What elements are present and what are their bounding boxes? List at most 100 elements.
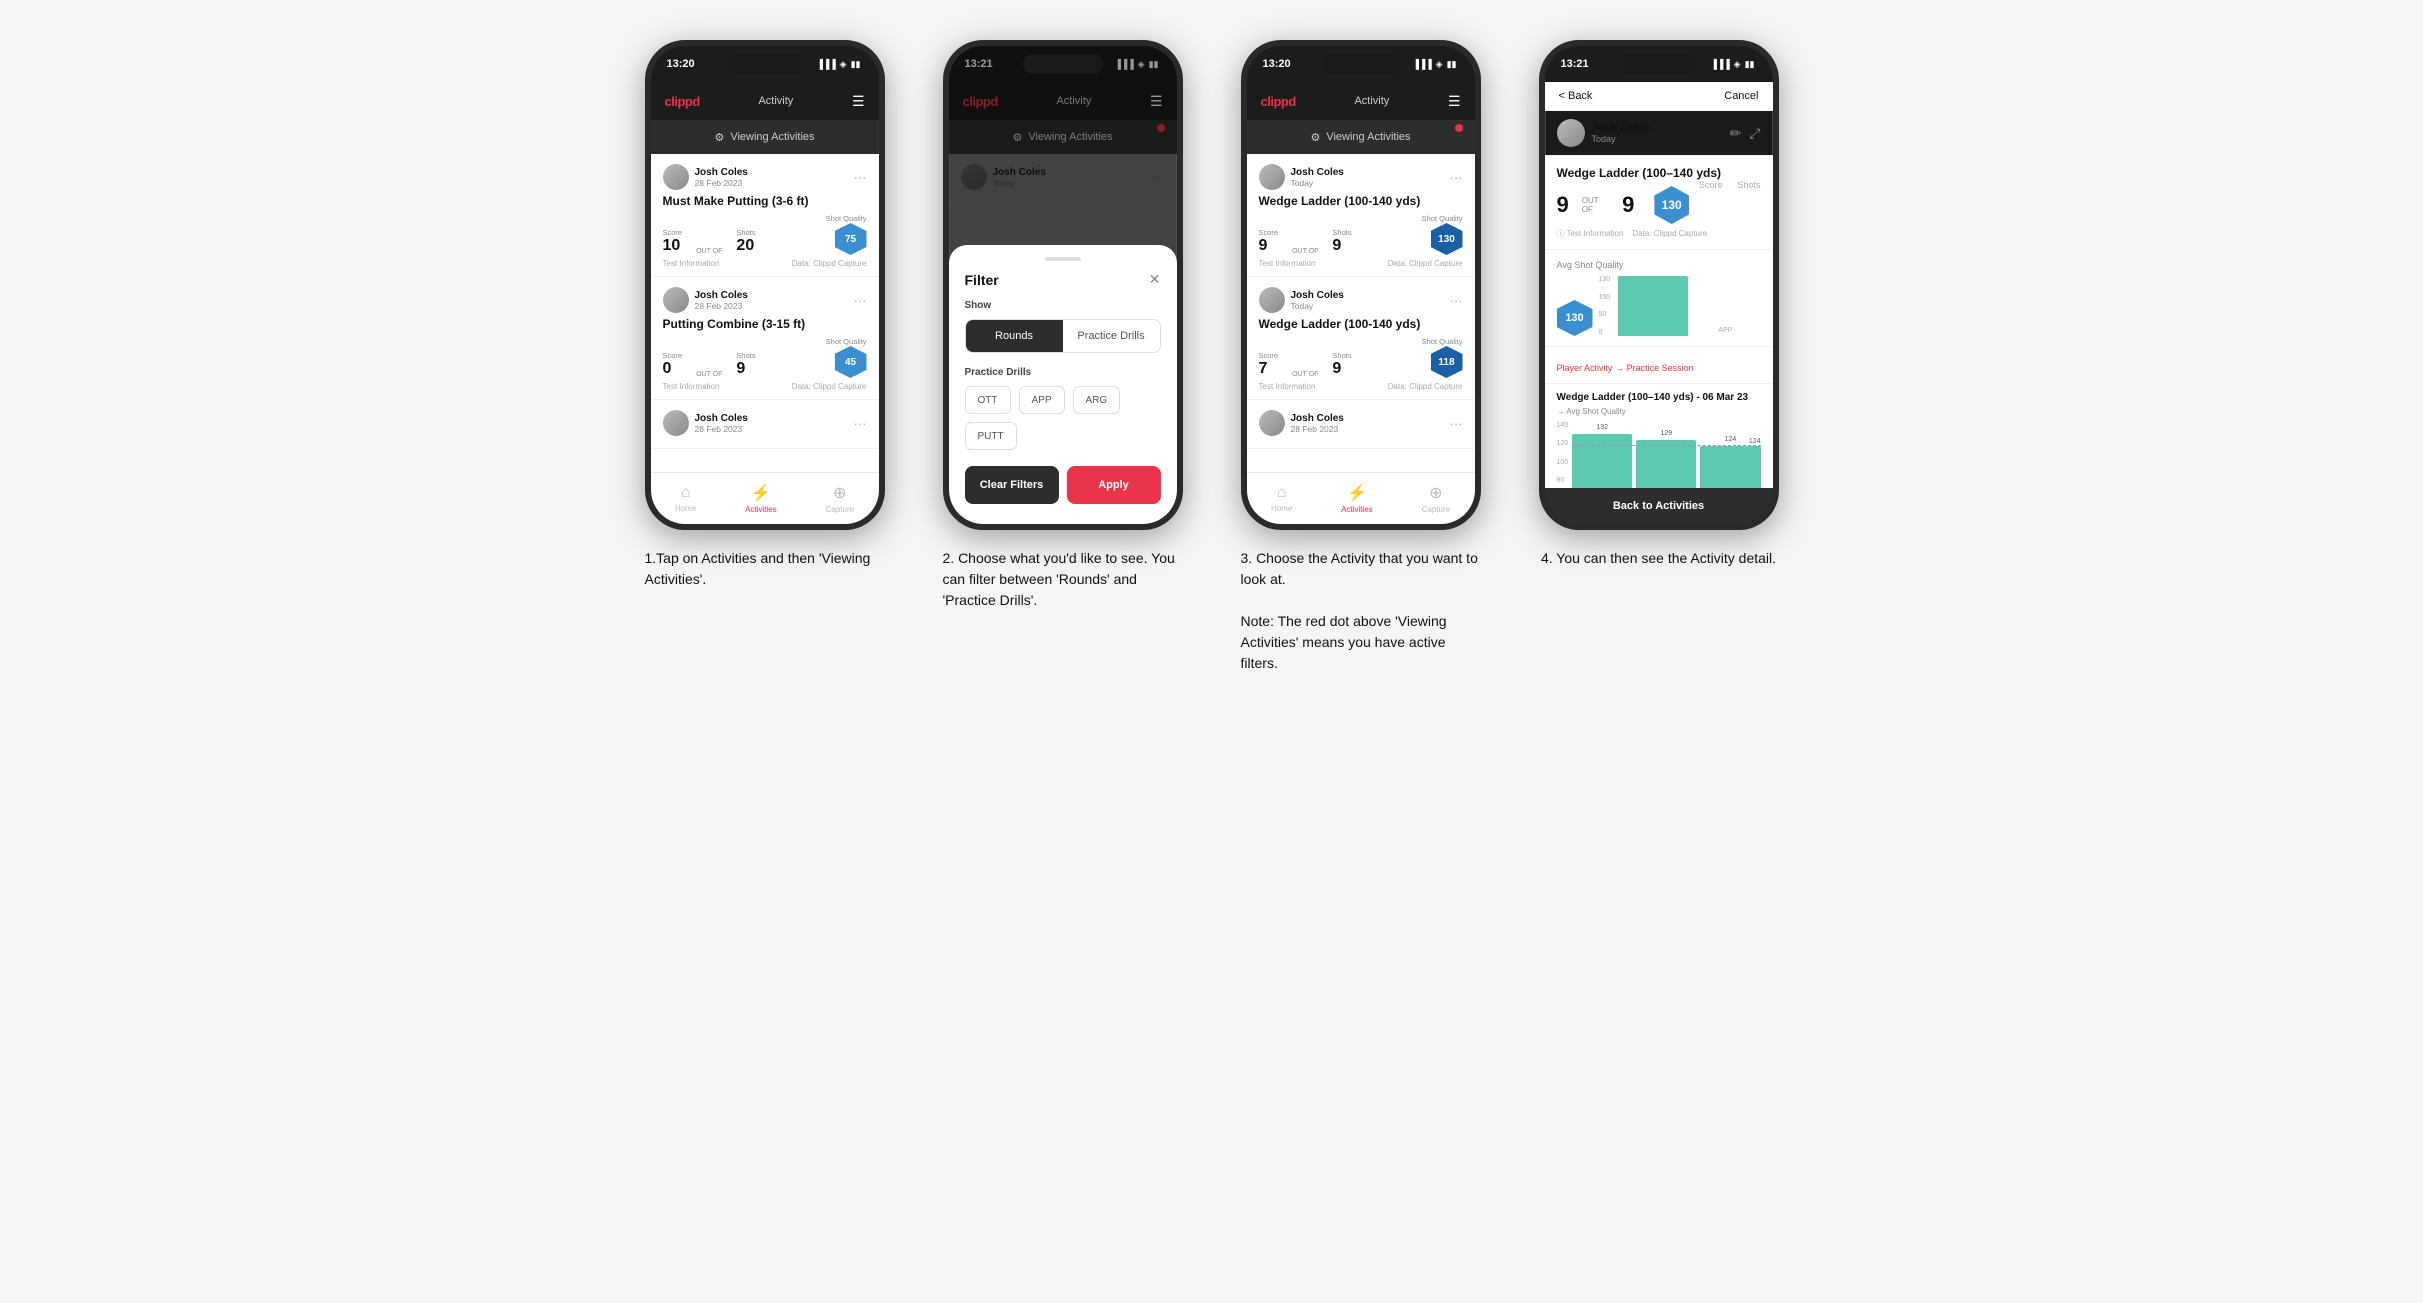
filter-toggle-row: Rounds Practice Drills [965, 319, 1161, 353]
sq-label-3-1: Shot Quality [1422, 214, 1463, 223]
info-right-3-2: Data: Clippd Capture [1388, 382, 1463, 391]
dots-3-1[interactable]: ··· [1450, 170, 1463, 185]
shot-quality-hex-1-2: 45 [835, 346, 867, 378]
card-title-1-1: Must Make Putting (3-6 ft) [663, 194, 867, 208]
signal-icon-3: ▐▐▐ [1413, 59, 1432, 69]
dots-3-2[interactable]: ··· [1450, 293, 1463, 308]
detail-quality-hex: 130 [1654, 186, 1689, 224]
red-dot-3 [1455, 124, 1463, 132]
chart-x-label: APP [1718, 327, 1732, 334]
detail-chart-hex: 130 [1557, 300, 1593, 336]
card-stats-1-1: Score 10 out of Shots 20 Shot Quality [663, 214, 867, 255]
dots-1-3[interactable]: ··· [854, 416, 867, 431]
edit-icon[interactable]: ✏ [1730, 125, 1742, 142]
detail-sub-title: Wedge Ladder (100–140 yds) - 06 Mar 23 [1557, 392, 1761, 403]
shot-quality-hex-3-1: 130 [1431, 223, 1463, 255]
activities-icon-1: ⚡ [751, 483, 771, 503]
nav-activities-3[interactable]: ⚡ Activities [1341, 483, 1373, 514]
expand-icon[interactable]: ⤢ [1749, 125, 1760, 142]
full-bar-1 [1572, 434, 1632, 488]
username-3-3: Josh Coles [1291, 413, 1450, 424]
detail-score-main: 9 [1557, 192, 1569, 218]
out-of-1-1: out of [696, 248, 722, 255]
chip-ott[interactable]: OTT [965, 386, 1011, 414]
rounds-toggle-btn[interactable]: Rounds [966, 320, 1063, 352]
hamburger-icon-1[interactable]: ☰ [852, 93, 865, 110]
home-icon-1: ⌂ [681, 484, 691, 502]
score-val-1-1: 10 [663, 237, 683, 255]
activity-card-3-1[interactable]: Josh Coles Today ··· Wedge Ladder (100-1… [1247, 154, 1475, 277]
back-button[interactable]: < Back [1559, 90, 1593, 102]
viewing-banner-3[interactable]: ⚙ Viewing Activities [1247, 120, 1475, 154]
home-icon-3: ⌂ [1277, 484, 1287, 502]
home-label-3: Home [1271, 504, 1292, 513]
nav-capture-1[interactable]: ⊕ Capture [826, 483, 854, 514]
circle-info-icon: ⓘ [1557, 229, 1565, 238]
score-val-1-2: 0 [663, 360, 683, 378]
status-icons-3: ▐▐▐ ◈ ▮▮ [1413, 59, 1457, 70]
dots-1-1[interactable]: ··· [854, 170, 867, 185]
app-logo-1: clippd [665, 94, 700, 109]
dashed-line [1572, 445, 1760, 446]
score-val-3-1: 9 [1259, 237, 1279, 255]
filter-close-icon[interactable]: ✕ [1149, 271, 1161, 288]
date-1-3: 28 Feb 2023 [695, 424, 854, 434]
avatar-1-1 [663, 164, 689, 190]
shots-val-3-2: 9 [1332, 360, 1351, 378]
dots-3-3[interactable]: ··· [1450, 416, 1463, 431]
phone-3: 13:20 ▐▐▐ ◈ ▮▮ clippd Activity ☰ ⚙ Viewi… [1241, 40, 1481, 530]
chip-app[interactable]: APP [1019, 386, 1065, 414]
bar-1 [1618, 276, 1688, 336]
info-left-3-2: Test Information [1259, 382, 1316, 391]
avatar-3-2 [1259, 287, 1285, 313]
practice-drills-toggle-btn[interactable]: Practice Drills [1063, 320, 1160, 352]
shots-val-1-2: 9 [736, 360, 755, 378]
card-header-1-2: Josh Coles 28 Feb 2023 ··· [663, 287, 867, 313]
card-title-3-2: Wedge Ladder (100-140 yds) [1259, 317, 1463, 331]
user-info-1-3: Josh Coles 28 Feb 2023 [695, 413, 854, 434]
date-3-3: 28 Feb 2023 [1291, 424, 1450, 434]
shot-quality-hex-1-1: 75 [835, 223, 867, 255]
caption-1: 1.Tap on Activities and then 'Viewing Ac… [645, 548, 885, 590]
dots-1-2[interactable]: ··· [854, 293, 867, 308]
chip-arg[interactable]: ARG [1073, 386, 1121, 414]
clear-filters-button[interactable]: Clear Filters [965, 466, 1059, 504]
battery-icon: ▮▮ [851, 59, 861, 70]
nav-capture-3[interactable]: ⊕ Capture [1422, 483, 1450, 514]
chip-putt[interactable]: PUTT [965, 422, 1017, 450]
card-header-3-2: Josh Coles Today ··· [1259, 287, 1463, 313]
shots-label-3-2: Shots [1332, 351, 1351, 360]
nav-home-1[interactable]: ⌂ Home [675, 484, 696, 513]
viewing-banner-1[interactable]: ⚙ Viewing Activities [651, 120, 879, 154]
cancel-button[interactable]: Cancel [1724, 90, 1758, 102]
sq-label-1-1: Shot Quality [826, 214, 867, 223]
activity-card-1-2[interactable]: Josh Coles 28 Feb 2023 ··· Putting Combi… [651, 277, 879, 400]
avatar-1-3 [663, 410, 689, 436]
activity-card-3-3[interactable]: Josh Coles 28 Feb 2023 ··· [1247, 400, 1475, 449]
activity-card-1-1[interactable]: Josh Coles 28 Feb 2023 ··· Must Make Put… [651, 154, 879, 277]
hamburger-icon-3[interactable]: ☰ [1448, 93, 1461, 110]
card-stats-3-1: Score 9 out of Shots 9 Shot Quality [1259, 214, 1463, 255]
filter-header-row: Filter ✕ [965, 271, 1161, 288]
user-info-1-2: Josh Coles 28 Feb 2023 [695, 290, 854, 311]
app-logo-3: clippd [1261, 94, 1296, 109]
activity-card-3-2[interactable]: Josh Coles Today ··· Wedge Ladder (100-1… [1247, 277, 1475, 400]
date-3-2: Today [1291, 301, 1450, 311]
viewing-banner-text-3: Viewing Activities [1326, 131, 1410, 143]
nav-home-3[interactable]: ⌂ Home [1271, 484, 1292, 513]
apply-button[interactable]: Apply [1067, 466, 1161, 504]
filter-practice-label: Practice Drills [965, 367, 1161, 378]
detail-user-info: Josh Coles Today [1592, 122, 1651, 144]
back-to-activities-button[interactable]: Back to Activities [1545, 488, 1773, 524]
detail-chart-title: Avg Shot Quality [1557, 260, 1761, 270]
home-label-1: Home [675, 504, 696, 513]
nav-activities-1[interactable]: ⚡ Activities [745, 483, 777, 514]
bar-wrap-2: 129 [1636, 430, 1696, 488]
user-info-3-2: Josh Coles Today [1291, 290, 1450, 311]
filter-show-label: Show [965, 300, 1161, 311]
info-right-1-2: Data: Clippd Capture [792, 382, 867, 391]
activity-card-1-3[interactable]: Josh Coles 28 Feb 2023 ··· [651, 400, 879, 449]
detail-sub-subtitle: → Avg Shot Quality [1557, 407, 1761, 416]
detail-header: < Back Cancel [1545, 82, 1773, 111]
capture-icon-3: ⊕ [1429, 483, 1442, 503]
